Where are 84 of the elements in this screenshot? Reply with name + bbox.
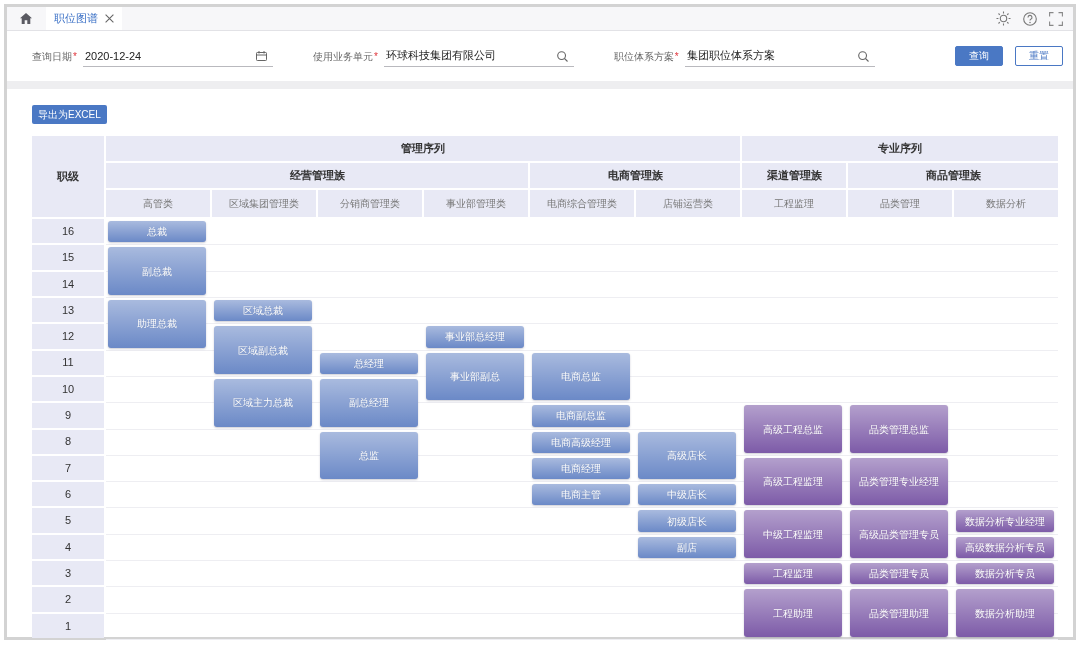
position-block: 事业部总经理	[426, 326, 524, 348]
position-block: 数据分析专员	[956, 563, 1054, 585]
search-icon[interactable]	[857, 51, 869, 62]
position-block: 总经理	[320, 352, 418, 374]
position-block: 中级店长	[638, 484, 736, 506]
reset-button[interactable]: 重置	[1015, 46, 1063, 66]
position-block: 副总经理	[320, 378, 418, 427]
row-header: 4	[32, 534, 104, 560]
position-block: 电商经理	[532, 457, 630, 480]
date-field[interactable]: 2020-12-24	[82, 45, 273, 67]
row-header: 7	[32, 455, 104, 481]
row-header: 5	[32, 508, 104, 533]
home-icon[interactable]	[20, 13, 32, 24]
row-header: 13	[32, 297, 104, 323]
row-header: 9	[32, 403, 104, 428]
position-block: 区域主力总裁	[214, 378, 312, 427]
row-header: 10	[32, 376, 104, 402]
position-block: 高级工程监理	[744, 457, 842, 506]
position-block: 高级品类管理专员	[850, 510, 948, 559]
position-block: 品类管理总监	[850, 405, 948, 453]
field-label: 职位体系方案*	[613, 49, 679, 64]
row-header: 16	[32, 219, 104, 244]
row-header: 1	[32, 613, 104, 638]
group-header: 电商管理族	[530, 163, 740, 188]
group-header: 经营管理族	[106, 163, 528, 188]
position-block: 电商高级经理	[532, 431, 630, 453]
position-block: 工程监理	[744, 563, 842, 585]
position-block: 数据分析助理	[956, 589, 1054, 637]
position-block: 高级工程总监	[744, 405, 842, 453]
column-header: 电商综合管理类	[530, 190, 634, 217]
field-label: 使用业务单元*	[312, 49, 378, 64]
page-tab[interactable]: 职位图谱	[46, 7, 122, 30]
lookup-field[interactable]: 环球科技集团有限公司	[383, 45, 574, 67]
group-header: 商品管理族	[848, 163, 1058, 188]
field-label: 查询日期*	[32, 49, 77, 64]
position-block: 电商总监	[532, 352, 630, 401]
lookup-field[interactable]: 集团职位体系方案	[684, 45, 875, 67]
sun-icon[interactable]	[996, 11, 1011, 26]
position-block: 电商副总监	[532, 405, 630, 427]
close-icon[interactable]	[105, 14, 114, 23]
help-icon[interactable]	[1023, 11, 1037, 26]
query-button[interactable]: 查询	[955, 46, 1003, 66]
column-header: 工程监理	[742, 190, 846, 217]
position-block: 数据分析专业经理	[956, 510, 1054, 532]
column-header: 店铺运营类	[636, 190, 740, 217]
position-block: 区域总裁	[214, 299, 312, 322]
position-block: 副总裁	[108, 247, 206, 295]
column-header: 事业部管理类	[424, 190, 528, 217]
position-block: 助理总裁	[108, 299, 206, 348]
position-block: 电商主管	[532, 484, 630, 506]
group-header: 专业序列	[742, 136, 1058, 161]
group-header: 渠道管理族	[742, 163, 846, 188]
column-header: 职级	[32, 136, 104, 217]
group-header: 管理序列	[106, 136, 740, 161]
row-header: 12	[32, 324, 104, 349]
column-header: 品类管理	[848, 190, 952, 217]
column-header: 高管类	[106, 190, 210, 217]
search-icon[interactable]	[556, 51, 568, 62]
row-header: 3	[32, 561, 104, 586]
position-block: 初级店长	[638, 510, 736, 532]
position-block: 高级数据分析专员	[956, 536, 1054, 559]
calendar-icon[interactable]	[255, 51, 267, 61]
column-header: 数据分析	[954, 190, 1058, 217]
row-header: 11	[32, 350, 104, 375]
position-block: 副店	[638, 536, 736, 559]
column-header: 分销商管理类	[318, 190, 422, 217]
position-block: 总监	[320, 431, 418, 480]
position-block: 区域副总裁	[214, 326, 312, 374]
row-header: 8	[32, 429, 104, 454]
position-block: 中级工程监理	[744, 510, 842, 559]
row-header: 2	[32, 587, 104, 612]
position-block: 事业部副总	[426, 352, 524, 401]
export-button[interactable]: 导出为EXCEL	[32, 105, 107, 124]
row-header: 15	[32, 245, 104, 270]
position-block: 高级店长	[638, 431, 736, 480]
column-header: 区域集团管理类	[212, 190, 316, 217]
position-block: 品类管理专员	[850, 563, 948, 585]
row-header: 14	[32, 271, 104, 296]
position-block: 总裁	[108, 221, 206, 243]
position-block: 品类管理助理	[850, 589, 948, 637]
fullscreen-icon[interactable]	[1049, 11, 1063, 26]
position-block: 品类管理专业经理	[850, 457, 948, 506]
row-header: 6	[32, 482, 104, 507]
position-block: 工程助理	[744, 589, 842, 637]
